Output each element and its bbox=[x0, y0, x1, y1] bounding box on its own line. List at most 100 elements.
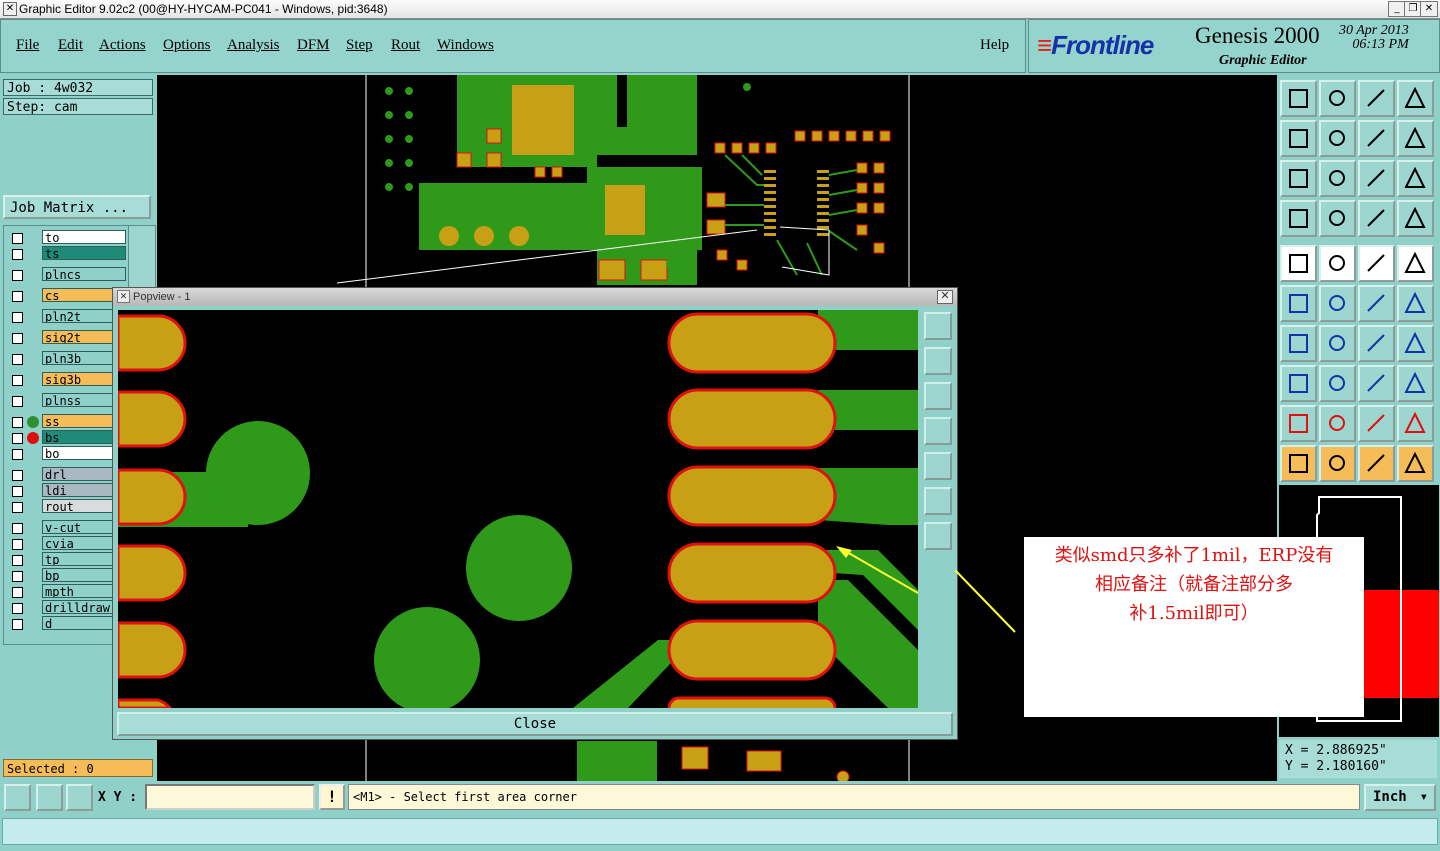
menu-help[interactable]: Help bbox=[980, 37, 1009, 54]
popview-pan-down-icon[interactable] bbox=[924, 382, 952, 410]
layer-checkbox[interactable] bbox=[12, 396, 23, 407]
layer-row-tp[interactable]: tp bbox=[6, 552, 128, 568]
tools-icon[interactable] bbox=[1280, 200, 1317, 237]
menu-windows[interactable]: Windows bbox=[437, 37, 494, 54]
layer-row-plncs[interactable]: plncs bbox=[6, 267, 128, 283]
layer-checkbox[interactable] bbox=[12, 312, 23, 323]
layer-row-drl[interactable]: drl bbox=[6, 467, 128, 483]
layer-row-to[interactable]: to bbox=[6, 230, 128, 246]
layer-checkbox[interactable] bbox=[12, 619, 23, 630]
menu-file[interactable]: File bbox=[16, 37, 39, 54]
layer-name[interactable]: ts bbox=[42, 246, 126, 260]
node-icon[interactable] bbox=[1280, 285, 1317, 322]
menu-actions[interactable]: Actions bbox=[99, 37, 146, 54]
move-icon[interactable] bbox=[1358, 285, 1395, 322]
layer-checkbox[interactable] bbox=[12, 571, 23, 582]
triangle-icon[interactable] bbox=[1280, 405, 1317, 442]
text-icon[interactable] bbox=[1397, 325, 1434, 362]
layer-row-v-cut[interactable]: v-cut bbox=[6, 520, 128, 536]
close-button[interactable]: Close bbox=[117, 712, 953, 736]
open-icon[interactable] bbox=[1280, 80, 1317, 117]
xy-input[interactable] bbox=[145, 784, 315, 810]
layer-checkbox[interactable] bbox=[12, 470, 23, 481]
layer-row-sig3b[interactable]: sig3b bbox=[6, 372, 128, 388]
layer-row-plnss[interactable]: plnss bbox=[6, 393, 128, 409]
connect-icon[interactable] bbox=[1397, 445, 1434, 482]
layer-checkbox[interactable] bbox=[12, 417, 23, 428]
zoom-fit-icon[interactable] bbox=[1319, 160, 1356, 197]
help-icon[interactable] bbox=[1397, 160, 1434, 197]
close-window-button[interactable]: ✕ bbox=[1420, 1, 1438, 17]
layer-row-cvia[interactable]: cvia bbox=[6, 536, 128, 552]
layer-checkbox[interactable] bbox=[12, 449, 23, 460]
job-matrix-button[interactable]: Job Matrix ... bbox=[3, 195, 151, 219]
layer-checkbox[interactable] bbox=[12, 523, 23, 534]
segment-icon[interactable] bbox=[1319, 365, 1356, 402]
layer-row-ss[interactable]: ss bbox=[6, 414, 128, 430]
layer-pair-icon[interactable] bbox=[1358, 200, 1395, 237]
layer-row-cs[interactable]: cs bbox=[6, 288, 128, 304]
arrow-icon[interactable] bbox=[1280, 445, 1317, 482]
layer-checkbox[interactable] bbox=[12, 603, 23, 614]
pad-icon[interactable] bbox=[1397, 245, 1434, 282]
import-icon[interactable] bbox=[1280, 120, 1317, 157]
save-icon[interactable] bbox=[1319, 80, 1356, 117]
layer-pair-alt-icon[interactable] bbox=[1397, 200, 1434, 237]
ruler-icon[interactable] bbox=[1358, 245, 1395, 282]
layer-row-mpth[interactable]: mpth bbox=[6, 584, 128, 600]
layer-checkbox[interactable] bbox=[12, 291, 23, 302]
popview-canvas[interactable] bbox=[118, 310, 918, 708]
layer-row-rout[interactable]: rout bbox=[6, 499, 128, 515]
slash-icon[interactable] bbox=[1319, 325, 1356, 362]
popview-pan-up-icon[interactable] bbox=[924, 347, 952, 375]
delta-icon[interactable] bbox=[1358, 405, 1395, 442]
cut-icon[interactable] bbox=[1280, 365, 1317, 402]
layer-checkbox[interactable] bbox=[12, 233, 23, 244]
cross-icon[interactable] bbox=[1319, 285, 1356, 322]
layer-row-bs[interactable]: bs bbox=[6, 430, 128, 446]
layer-checkbox[interactable] bbox=[12, 555, 23, 566]
swap-icon[interactable] bbox=[1358, 120, 1395, 157]
popview-zoom-in-icon[interactable] bbox=[924, 487, 952, 515]
layer-checkbox[interactable] bbox=[12, 433, 23, 444]
arc-icon[interactable] bbox=[1358, 325, 1395, 362]
exclamation-button[interactable]: ! bbox=[319, 784, 345, 810]
fit-icon[interactable] bbox=[1280, 160, 1317, 197]
arrow-box-icon[interactable] bbox=[1319, 445, 1356, 482]
layer-row-bo[interactable]: bo bbox=[6, 446, 128, 462]
line-icon[interactable] bbox=[1280, 325, 1317, 362]
layer-row-ts[interactable]: ts bbox=[6, 246, 128, 262]
popview-close-icon[interactable]: ✕ bbox=[937, 290, 953, 304]
layer-name[interactable]: plncs bbox=[42, 267, 126, 281]
export-icon[interactable] bbox=[1319, 120, 1356, 157]
delta-alt-icon[interactable] bbox=[1397, 405, 1434, 442]
layer-row-bp[interactable]: bp bbox=[6, 568, 128, 584]
layer-checkbox[interactable] bbox=[12, 249, 23, 260]
layer-row-d[interactable]: d bbox=[6, 616, 128, 632]
layer-checkbox[interactable] bbox=[12, 502, 23, 513]
popview-zoom-icon[interactable] bbox=[924, 312, 952, 340]
arrow-select-icon[interactable] bbox=[1358, 445, 1395, 482]
triangle-alt-icon[interactable] bbox=[1319, 405, 1356, 442]
measure-icon[interactable] bbox=[1358, 365, 1395, 402]
selection-icon[interactable] bbox=[1319, 245, 1356, 282]
snap-icon[interactable] bbox=[4, 784, 31, 811]
layer-checkbox[interactable] bbox=[12, 587, 23, 598]
layer-checkbox[interactable] bbox=[12, 270, 23, 281]
layer-checkbox[interactable] bbox=[12, 375, 23, 386]
menu-rout[interactable]: Rout bbox=[391, 37, 420, 54]
units-dropdown[interactable]: Inch ▾ bbox=[1364, 784, 1436, 811]
layer-checkbox[interactable] bbox=[12, 486, 23, 497]
layer-row-ldi[interactable]: ldi bbox=[6, 483, 128, 499]
split-view-icon[interactable] bbox=[1397, 80, 1434, 117]
layer-row-pln2t[interactable]: pln2t bbox=[6, 309, 128, 325]
home-icon[interactable] bbox=[1358, 80, 1395, 117]
layer-checkbox[interactable] bbox=[12, 539, 23, 550]
rotate-icon[interactable] bbox=[1397, 285, 1434, 322]
grid-toggle-icon[interactable] bbox=[1319, 200, 1356, 237]
layer-row-drilldraw-[interactable]: drilldraw. bbox=[6, 600, 128, 616]
menu-analysis[interactable]: Analysis bbox=[227, 37, 280, 54]
popview-zoom-out-icon[interactable] bbox=[924, 522, 952, 550]
menu-edit[interactable]: Edit bbox=[58, 37, 83, 54]
layer-row-sig2t[interactable]: sig2t bbox=[6, 330, 128, 346]
